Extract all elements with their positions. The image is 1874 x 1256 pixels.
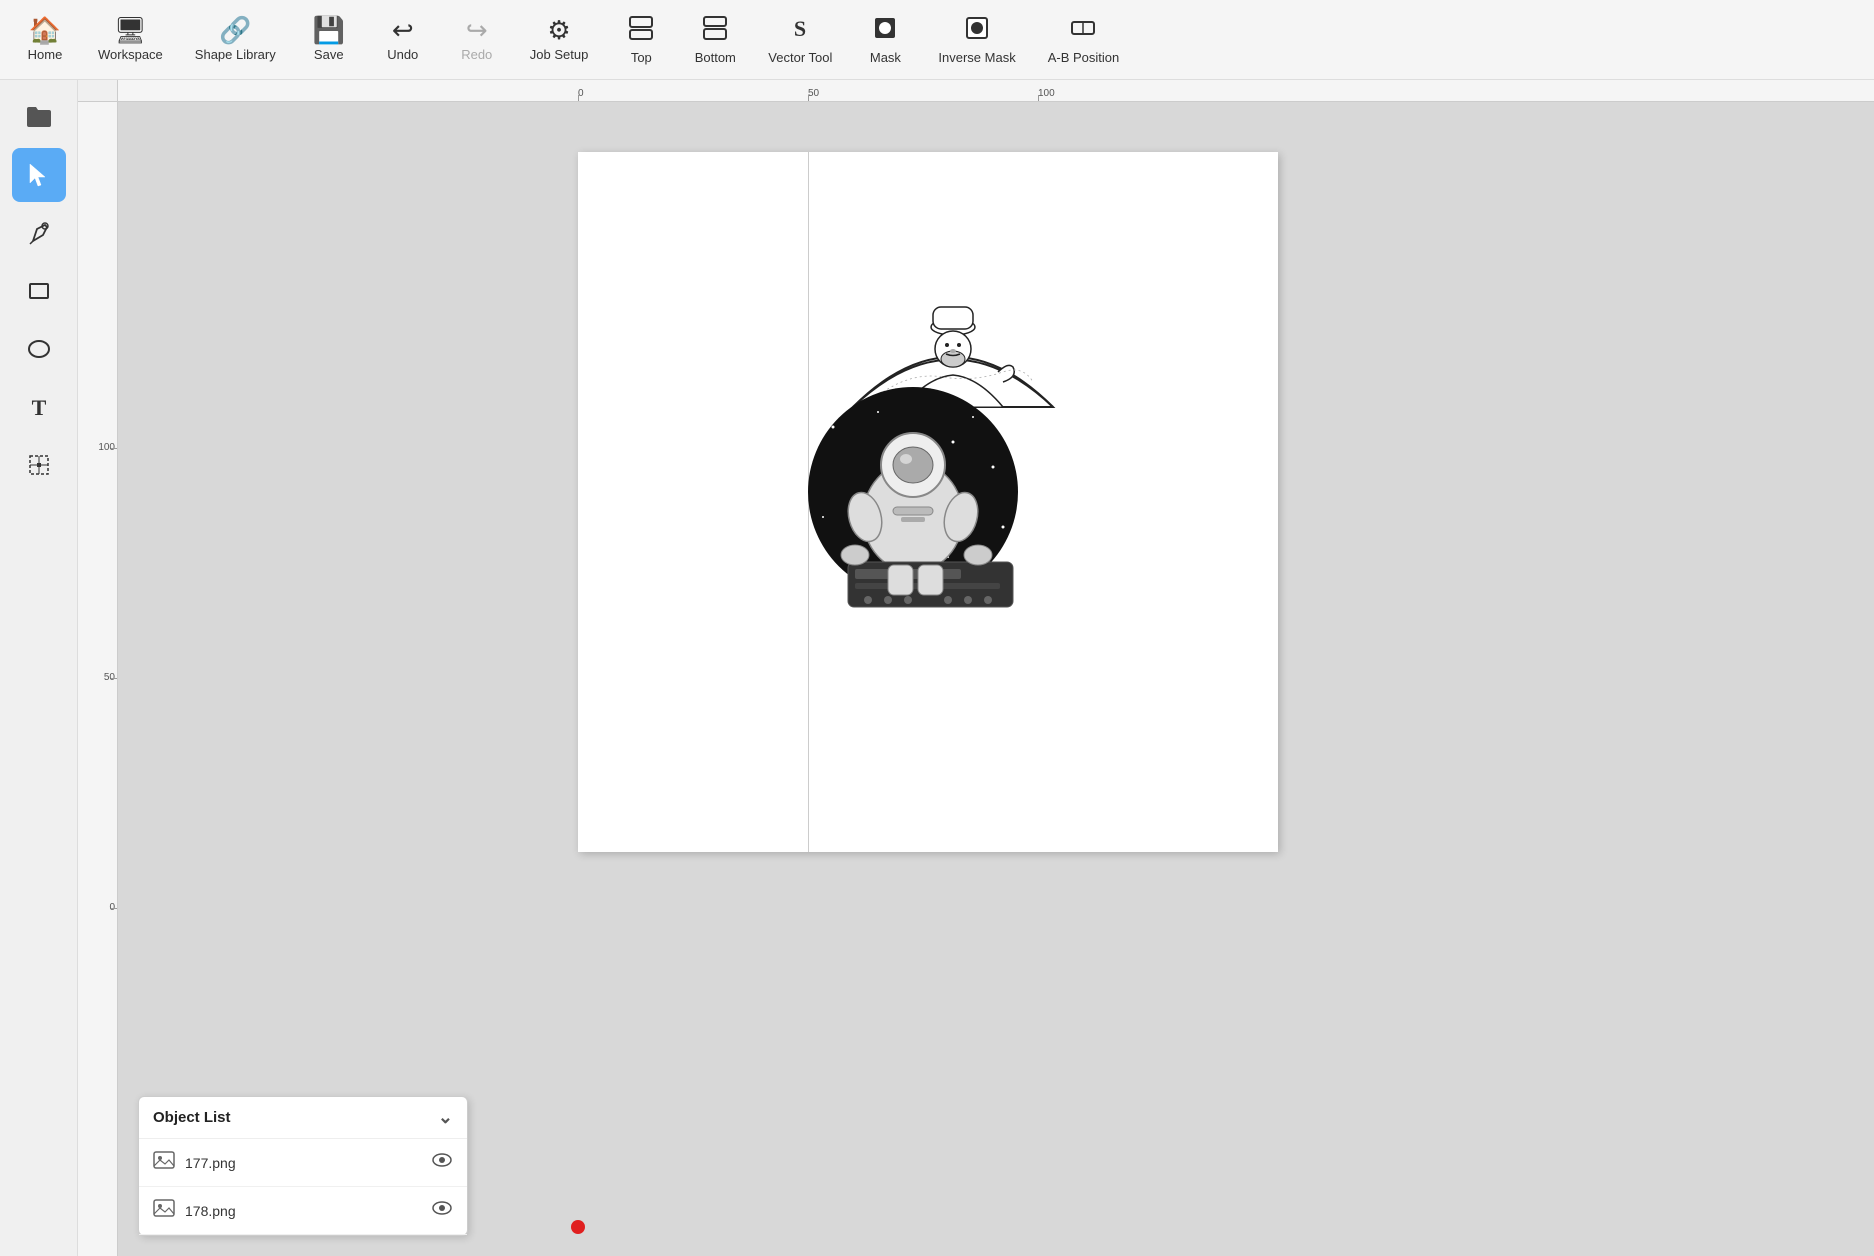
toolbar-shape-library[interactable]: 🔗 Shape Library — [181, 11, 290, 68]
item-image-icon-2 — [153, 1197, 175, 1224]
bottom-icon — [701, 14, 729, 46]
undo-icon: ↩ — [392, 17, 414, 43]
visibility-toggle-1[interactable] — [431, 1149, 453, 1176]
canvas-page — [578, 152, 1278, 852]
toolbar-shape-library-label: Shape Library — [195, 47, 276, 62]
toolbar-workspace-label: Workspace — [98, 47, 163, 62]
toolbar-redo-label: Redo — [461, 47, 492, 62]
sidebar-tool-text[interactable]: T — [12, 380, 66, 434]
toolbar-vector-tool-label: Vector Tool — [768, 50, 832, 65]
toolbar-job-setup[interactable]: ⚙ Job Setup — [516, 11, 603, 68]
toolbar-mask-label: Mask — [870, 50, 901, 65]
canvas-surface[interactable] — [118, 102, 1874, 1256]
top-icon — [627, 14, 655, 46]
vector-tool-icon: S — [786, 14, 814, 46]
toolbar-workspace[interactable]: 🖥 Workspace — [84, 11, 177, 68]
toolbar-redo[interactable]: ↪ Redo — [442, 11, 512, 68]
object-list-title: Object List — [153, 1109, 231, 1126]
toolbar-save[interactable]: 💾 Save — [294, 11, 364, 68]
job-setup-icon: ⚙ — [547, 17, 570, 43]
toolbar-vector-tool[interactable]: S Vector Tool — [754, 8, 846, 71]
toolbar-bottom[interactable]: Bottom — [680, 8, 750, 71]
toolbar-top-label: Top — [631, 50, 652, 65]
visibility-toggle-2[interactable] — [431, 1197, 453, 1224]
object-list-panel: Object List ⌄ 177.png 178.png — [138, 1096, 468, 1236]
mask-icon — [871, 14, 899, 46]
sidebar-tool-folder[interactable] — [12, 90, 66, 144]
h-ruler-mark: 50 — [808, 88, 819, 99]
item-label-1: 177.png — [185, 1155, 421, 1171]
toolbar-top[interactable]: Top — [606, 8, 676, 71]
item-image-icon-1 — [153, 1149, 175, 1176]
astronaut-image — [793, 387, 1033, 627]
object-list-header: Object List ⌄ — [139, 1097, 467, 1139]
object-list-item-1[interactable]: 177.png — [139, 1139, 467, 1187]
toolbar-home-label: Home — [28, 47, 63, 62]
toolbar-mask[interactable]: Mask — [850, 8, 920, 71]
vertical-ruler: 100500 — [78, 102, 118, 1256]
toolbar-undo[interactable]: ↩ Undo — [368, 11, 438, 68]
toolbar-ab-position[interactable]: A-B Position — [1034, 8, 1134, 71]
left-sidebar: T — [0, 80, 78, 1256]
sidebar-tool-ellipse[interactable] — [12, 322, 66, 376]
toolbar-home[interactable]: 🏠 Home — [10, 11, 80, 68]
sidebar-tool-rectangle[interactable] — [12, 264, 66, 318]
home-icon: 🏠 — [29, 17, 61, 43]
main-area: T 050100 100500 — [0, 80, 1874, 1256]
sidebar-tool-select[interactable] — [12, 148, 66, 202]
canvas-wrapper[interactable]: 050100 100500 — [78, 80, 1874, 1256]
toolbar-ab-position-label: A-B Position — [1048, 50, 1120, 65]
horizontal-ruler: 050100 — [118, 80, 1874, 102]
object-list-collapse-icon[interactable]: ⌄ — [438, 1107, 453, 1128]
save-icon: 💾 — [313, 17, 345, 43]
ruler-corner — [78, 80, 118, 102]
toolbar: 🏠 Home 🖥 Workspace 🔗 Shape Library 💾 Sav… — [0, 0, 1874, 80]
svg-text:S: S — [794, 16, 806, 41]
inverse-mask-icon — [963, 14, 991, 46]
redo-icon: ↪ — [466, 17, 488, 43]
item-label-2: 178.png — [185, 1203, 421, 1219]
shape-library-icon: 🔗 — [219, 17, 251, 43]
toolbar-bottom-label: Bottom — [695, 50, 736, 65]
object-list-item-2[interactable]: 178.png — [139, 1187, 467, 1235]
toolbar-undo-label: Undo — [387, 47, 418, 62]
sidebar-tool-transform[interactable] — [12, 438, 66, 492]
sidebar-tool-pen[interactable] — [12, 206, 66, 260]
ab-position-icon — [1069, 14, 1097, 46]
toolbar-save-label: Save — [314, 47, 344, 62]
toolbar-job-setup-label: Job Setup — [530, 47, 589, 62]
h-ruler-mark: 100 — [1038, 88, 1055, 99]
workspace-icon: 🖥 — [114, 17, 147, 43]
toolbar-inverse-mask-label: Inverse Mask — [938, 50, 1015, 65]
svg-text:T: T — [31, 395, 46, 420]
toolbar-inverse-mask[interactable]: Inverse Mask — [924, 8, 1029, 71]
position-dot — [571, 1220, 585, 1234]
